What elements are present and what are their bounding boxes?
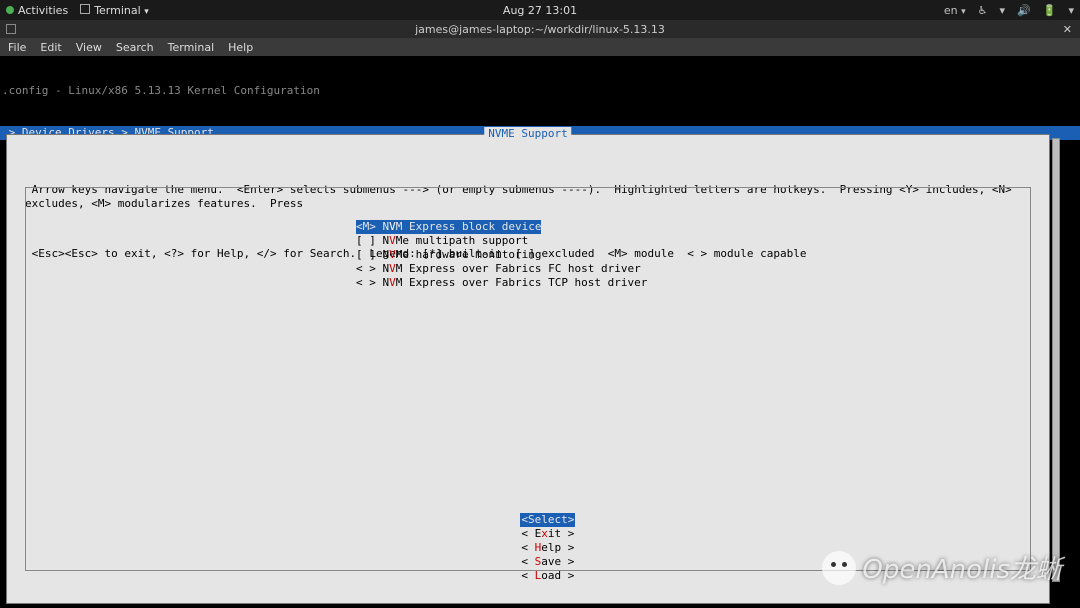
app-menu[interactable]: Terminal ▾ [80,4,149,17]
menu-view[interactable]: View [76,41,102,54]
menu-help[interactable]: Help [228,41,253,54]
terminal-viewport[interactable]: .config - Linux/x86 5.13.13 Kernel Confi… [0,56,1080,608]
load-button[interactable]: < Load > [521,569,574,583]
system-menu-chevron-icon[interactable]: ▾ [1068,4,1074,17]
option-2[interactable]: [ ] NVMe hardware monitoring [356,248,541,261]
network-icon[interactable]: ▾ [1000,4,1006,17]
menu-edit[interactable]: Edit [40,41,61,54]
activities-button[interactable]: Activities [6,4,68,17]
window-titlebar: james@james-laptop:~/workdir/linux-5.13.… [0,20,1080,38]
watermark: OpenAnolis龙蜥 [822,549,1062,586]
select-button[interactable]: <Select> [520,513,575,527]
window-close-icon[interactable]: ✕ [1063,23,1072,36]
config-title: .config - Linux/x86 5.13.13 Kernel Confi… [2,84,320,97]
save-button[interactable]: < Save > [521,555,574,569]
option-3[interactable]: < > NVM Express over Fabrics FC host dri… [356,262,641,275]
menu-terminal[interactable]: Terminal [168,41,215,54]
gnome-topbar: Activities Terminal ▾ Aug 27 13:01 en ▾ … [0,0,1080,20]
menuconfig-frame: NVME Support Arrow keys navigate the men… [6,134,1050,604]
battery-icon[interactable]: 🔋 [1043,4,1057,17]
window-title: james@james-laptop:~/workdir/linux-5.13.… [415,23,665,36]
option-0[interactable]: <M> NVM Express block device [356,220,541,234]
help-button[interactable]: < Help > [521,541,574,555]
input-lang-indicator[interactable]: en ▾ [944,4,966,17]
accessibility-icon[interactable]: ♿ [978,4,988,17]
window-icon [6,24,16,34]
exit-button[interactable]: < Exit > [521,527,574,541]
clock[interactable]: Aug 27 13:01 [503,4,577,17]
volume-icon[interactable]: 🔊 [1017,4,1031,17]
menu-file[interactable]: File [8,41,26,54]
menu-search[interactable]: Search [116,41,154,54]
frame-title: NVME Support [484,127,571,141]
terminal-menubar: File Edit View Search Terminal Help [0,38,1080,56]
option-4[interactable]: < > NVM Express over Fabrics TCP host dr… [356,276,647,289]
terminal-scrollbar[interactable] [1052,138,1060,582]
wechat-icon [822,551,856,585]
option-1[interactable]: [ ] NVMe multipath support [356,234,528,247]
